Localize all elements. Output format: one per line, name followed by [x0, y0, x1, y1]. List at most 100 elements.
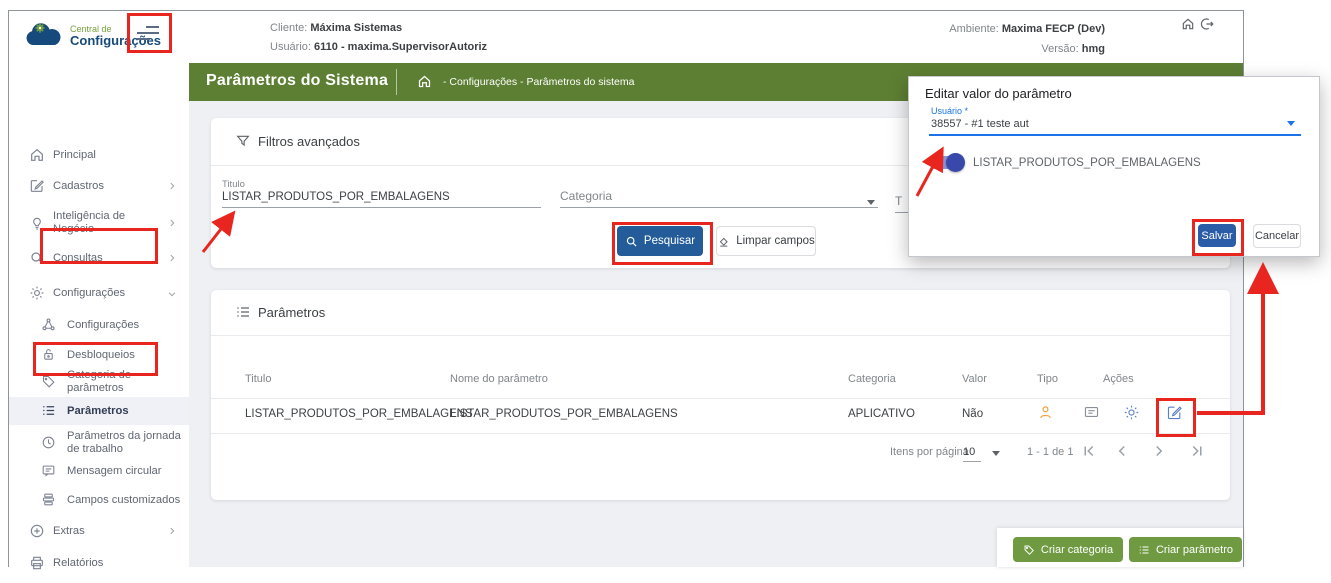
dropdown-caret-icon[interactable] [867, 200, 875, 205]
edit-icon[interactable] [1166, 404, 1183, 421]
topbar: Central de Configurações Cliente: Máxima… [9, 11, 1243, 64]
pesquisar-button[interactable]: Pesquisar [617, 226, 703, 256]
cell-categoria: APLICATIVO [848, 408, 915, 420]
criar-parametro-label: Criar parâmetro [1156, 544, 1233, 556]
pagination-range: 1 - 1 de 1 [1027, 446, 1073, 458]
filters-title: Filtros avançados [258, 134, 360, 149]
items-per-page-label: Itens por página [890, 446, 969, 458]
page-size-caret-icon[interactable] [992, 451, 1000, 456]
parametros-title: Parâmetros [258, 305, 325, 320]
sidebar-item-label: Configurações [53, 287, 153, 300]
sidebar-item-configuracoes[interactable]: Configurações [9, 281, 189, 305]
sidebar-item-label: Consultas [53, 252, 153, 265]
tipo-field-partial: T [895, 194, 902, 208]
col-header-categoria: Categoria [848, 373, 896, 385]
gear-icon[interactable] [1123, 404, 1140, 421]
stack-icon [41, 492, 57, 508]
criar-categoria-label: Criar categoria [1041, 544, 1113, 556]
sidebar-item-label: Mensagem circular [67, 465, 183, 478]
criar-categoria-button[interactable]: Criar categoria [1013, 537, 1123, 562]
criar-parametro-button[interactable]: Criar parâmetro [1129, 537, 1242, 562]
cloud-logo-icon [23, 21, 63, 51]
screenshot-canvas: Central de Configurações Cliente: Máxima… [0, 0, 1331, 583]
prev-page-icon[interactable] [1113, 442, 1131, 460]
header-client-user: Cliente: Máxima Sistemas Usuário: 6110 -… [270, 19, 487, 57]
edit-square-icon [29, 178, 45, 194]
divider [211, 335, 1230, 336]
sidebar-item-principal[interactable]: Principal [9, 143, 189, 167]
sidebar-item-categoria-de-parametros[interactable]: Categoria de parâmetros [9, 368, 189, 396]
sidebar-item-campos-customizados[interactable]: Campos customizados [9, 488, 189, 512]
chevron-right-icon [167, 253, 177, 263]
sidebar-item-parametros[interactable]: Parâmetros [9, 399, 189, 423]
client-value: Máxima Sistemas [310, 22, 402, 34]
page-size-select[interactable]: 10 [963, 446, 981, 462]
menu-toggle-icon[interactable] [133, 20, 163, 46]
salvar-button[interactable]: Salvar [1198, 224, 1236, 247]
sidebar-item-extras[interactable]: Extras [9, 519, 189, 543]
title-divider [396, 69, 397, 95]
chevron-down-icon [167, 289, 177, 299]
col-header-titulo: Titulo [245, 373, 272, 385]
usuario-select-value[interactable]: 38557 - #1 teste aut [931, 118, 1029, 130]
user-value: 6110 - maxima.SupervisorAutoriz [314, 41, 487, 53]
sidebar-item-label: Categoria de parâmetros [67, 369, 183, 395]
categoria-select[interactable] [560, 191, 878, 208]
sidebar-item-parametros-jornada[interactable]: Parâmetros da jornada de trabalho [9, 429, 189, 457]
chevron-right-icon [167, 181, 177, 191]
lightbulb-icon [29, 215, 45, 231]
cell-valor: Não [962, 408, 983, 420]
user-label: Usuário: [270, 41, 311, 53]
salvar-button-label: Salvar [1201, 230, 1232, 242]
sidebar-item-relatorios[interactable]: Relatórios [9, 551, 189, 575]
footer-action-bar: Criar categoria Criar parâmetro [997, 528, 1243, 567]
sidebar: Principal Cadastros Inteligência de Negó… [9, 63, 189, 567]
sidebar-item-mensagem-circular[interactable]: Mensagem circular [9, 459, 189, 483]
home-icon[interactable] [1181, 17, 1195, 31]
plus-circle-icon [29, 523, 45, 539]
version-value: hmg [1082, 43, 1105, 55]
limpar-campos-button[interactable]: Limpar campos [716, 226, 816, 256]
page-title: Parâmetros do Sistema [206, 72, 388, 90]
usuario-field-underline [929, 134, 1301, 136]
sidebar-item-label: Campos customizados [67, 494, 183, 507]
sidebar-item-configuracoes-sub[interactable]: Configurações [9, 313, 189, 337]
edit-parameter-modal: Editar valor do parâmetro Usuário * 3855… [908, 76, 1320, 257]
parameter-toggle[interactable] [929, 156, 963, 169]
sidebar-item-cadastros[interactable]: Cadastros [9, 174, 189, 198]
first-page-icon[interactable] [1080, 442, 1098, 460]
next-page-icon[interactable] [1150, 442, 1168, 460]
cell-titulo: LISTAR_PRODUTOS_POR_EMBALAGENS [245, 408, 473, 420]
hub-icon [41, 317, 57, 333]
cancelar-button-label: Cancelar [1255, 230, 1299, 242]
col-header-nome: Nome do parâmetro [450, 373, 548, 385]
search-icon [29, 250, 45, 266]
env-label: Ambiente: [949, 23, 999, 35]
titulo-input[interactable] [222, 191, 541, 208]
sidebar-item-inteligencia-de-negocio[interactable]: Inteligência de Negócio [9, 209, 189, 237]
comment-icon[interactable] [1083, 404, 1100, 421]
toggle-knob [946, 153, 965, 172]
home-icon [29, 147, 45, 163]
usuario-caret-icon[interactable] [1287, 121, 1295, 126]
logout-icon[interactable] [1200, 17, 1214, 31]
sidebar-item-label: Relatórios [53, 557, 153, 570]
sidebar-item-label: Parâmetros [67, 405, 183, 418]
chevron-right-icon [167, 526, 177, 536]
cell-nome: LISTAR_PRODUTOS_POR_EMBALAGENS [450, 408, 678, 420]
tag-icon [41, 374, 57, 390]
sidebar-item-label: Inteligência de Negócio [53, 210, 153, 236]
list-icon [41, 403, 57, 419]
divider [211, 433, 1230, 434]
sidebar-item-consultas[interactable]: Consultas [9, 246, 189, 270]
breadcrumb-home-icon[interactable] [417, 74, 432, 89]
cancelar-button[interactable]: Cancelar [1253, 224, 1301, 248]
message-icon [41, 463, 57, 479]
modal-title: Editar valor do parâmetro [925, 86, 1072, 101]
last-page-icon[interactable] [1188, 442, 1206, 460]
sidebar-item-label: Principal [53, 149, 153, 162]
sidebar-item-desbloqueios[interactable]: Desbloqueios [9, 343, 189, 367]
usuario-field-label: Usuário * [931, 106, 968, 116]
sidebar-item-label: Parâmetros da jornada de trabalho [67, 430, 183, 456]
parameter-toggle-label: LISTAR_PRODUTOS_POR_EMBALAGENS [973, 157, 1201, 169]
